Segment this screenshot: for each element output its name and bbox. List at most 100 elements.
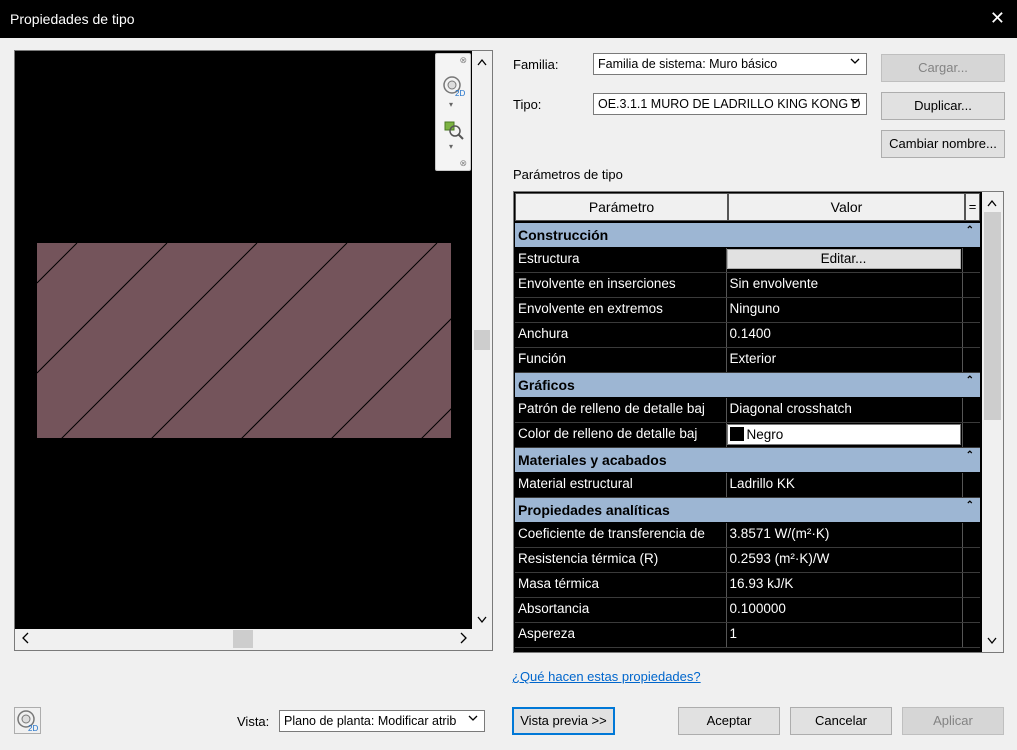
help-link[interactable]: ¿Qué hacen estas propiedades? xyxy=(512,669,701,684)
group-header[interactable]: Propiedades analíticas ⌃ xyxy=(515,498,980,522)
formula-cell xyxy=(962,623,980,647)
formula-cell xyxy=(962,573,980,597)
chevron-down-icon[interactable]: ▾ xyxy=(449,142,453,151)
parameter-value[interactable]: 3.8571 W/(m²·K) xyxy=(727,523,962,547)
parameter-name: Envolvente en inserciones xyxy=(515,273,727,297)
zoom-region-icon[interactable] xyxy=(444,120,464,140)
grid-vertical-scrollbar[interactable] xyxy=(982,192,1003,652)
parameter-value-cell[interactable]: Negro xyxy=(726,423,962,447)
scroll-corner xyxy=(472,629,492,650)
parameter-value[interactable]: Diagonal crosshatch xyxy=(727,398,962,422)
type-parameters-grid: Parámetro Valor = Construcción ⌃ Estructur… xyxy=(513,191,1004,653)
scroll-thumb[interactable] xyxy=(984,212,1001,420)
formula-cell xyxy=(962,598,980,622)
navbar-close-icon[interactable]: ⊗ xyxy=(459,55,467,66)
scroll-down-icon[interactable] xyxy=(477,613,487,627)
scroll-left-icon[interactable] xyxy=(21,631,29,647)
collapse-icon[interactable]: ⌃ xyxy=(966,494,974,518)
familia-value: Familia de sistema: Muro básico xyxy=(598,57,778,71)
formula-cell xyxy=(962,398,980,422)
collapse-icon[interactable]: ⌃ xyxy=(966,444,974,468)
parameter-row[interactable]: Patrón de relleno de detalle baj Diagonal… xyxy=(515,398,980,423)
preview-vertical-scrollbar[interactable] xyxy=(472,51,492,631)
group-header[interactable]: Materiales y acabados ⌃ xyxy=(515,448,980,472)
editar-estructura-button[interactable]: Editar... xyxy=(726,249,961,269)
parameter-row[interactable]: Material estructural Ladrillo KK xyxy=(515,473,980,498)
steering-wheel-2d-icon[interactable]: 2D xyxy=(14,707,41,734)
preview-horizontal-scrollbar[interactable] xyxy=(15,629,474,650)
vista-label: Vista: xyxy=(237,714,270,729)
parameter-row[interactable]: Coeficiente de transferencia de 3.8571 W/… xyxy=(515,523,980,548)
scroll-up-icon[interactable] xyxy=(987,196,997,210)
column-header-formula[interactable]: = xyxy=(965,193,980,221)
parameter-name: Envolvente en extremos xyxy=(515,298,727,322)
parameter-value[interactable]: Ladrillo KK xyxy=(727,473,962,497)
aceptar-button[interactable]: Aceptar xyxy=(678,707,780,735)
parameter-name: Función xyxy=(515,348,727,372)
aplicar-button[interactable]: Aplicar xyxy=(902,707,1004,735)
tipo-select[interactable]: OE.3.1.1 MURO DE LADRILLO KING KONG D xyxy=(593,93,867,115)
chevron-down-icon xyxy=(850,96,860,108)
cancelar-button[interactable]: Cancelar xyxy=(790,707,892,735)
group-name: Materiales y acabados xyxy=(518,452,667,468)
group-header[interactable]: Gráficos ⌃ xyxy=(515,373,980,397)
formula-cell xyxy=(962,548,980,572)
parameter-name: Absortancia xyxy=(515,598,727,622)
scroll-thumb[interactable] xyxy=(474,330,490,350)
parameter-row[interactable]: Anchura 0.1400 xyxy=(515,323,980,348)
parameter-row[interactable]: Envolvente en extremos Ninguno xyxy=(515,298,980,323)
group-header[interactable]: Construcción ⌃ xyxy=(515,223,980,247)
svg-text:2D: 2D xyxy=(455,89,465,98)
formula-cell xyxy=(962,248,980,272)
parameter-row[interactable]: Función Exterior xyxy=(515,348,980,373)
cambiar-nombre-button[interactable]: Cambiar nombre... xyxy=(881,130,1005,158)
scroll-right-icon[interactable] xyxy=(460,631,468,647)
parameter-row[interactable]: Absortancia 0.100000 xyxy=(515,598,980,623)
parameter-value[interactable]: 16.93 kJ/K xyxy=(727,573,962,597)
vista-select[interactable]: Plano de planta: Modificar atrib xyxy=(279,710,485,732)
scroll-up-icon[interactable] xyxy=(477,55,487,69)
parametros-title: Parámetros de tipo xyxy=(513,167,623,182)
parameter-value[interactable]: Ninguno xyxy=(727,298,962,322)
parameter-row[interactable]: Color de relleno de detalle baj Negro xyxy=(515,423,980,448)
formula-cell xyxy=(962,273,980,297)
cargar-button[interactable]: Cargar... xyxy=(881,54,1005,82)
parameter-name: Masa térmica xyxy=(515,573,727,597)
scroll-thumb[interactable] xyxy=(233,630,253,648)
window-title: Propiedades de tipo xyxy=(10,11,135,27)
parameter-name: Material estructural xyxy=(515,473,727,497)
parameter-value-cell[interactable]: Editar... xyxy=(726,248,962,272)
parameter-row[interactable]: Aspereza 1 xyxy=(515,623,980,648)
column-header-valor[interactable]: Valor xyxy=(728,193,965,221)
preview-pane[interactable]: ⊗ 2D ▾ ▾ ⊗ xyxy=(14,50,493,651)
parameter-value[interactable]: Exterior xyxy=(727,348,962,372)
column-header-parametro[interactable]: Parámetro xyxy=(515,193,728,221)
parameter-row[interactable]: Envolvente en inserciones Sin envolvente xyxy=(515,273,980,298)
familia-select[interactable]: Familia de sistema: Muro básico xyxy=(593,53,867,75)
close-icon[interactable]: ✕ xyxy=(990,8,1005,29)
parameter-row[interactable]: Estructura Editar... xyxy=(515,248,980,273)
parameter-value[interactable]: 0.100000 xyxy=(727,598,962,622)
steering-wheel-2d-icon[interactable]: 2D xyxy=(442,74,466,98)
familia-label: Familia: xyxy=(513,57,559,72)
color-picker[interactable]: Negro xyxy=(726,424,961,445)
parameter-name: Anchura xyxy=(515,323,727,347)
parameter-row[interactable]: Resistencia térmica (R) 0.2593 (m²·K)/W xyxy=(515,548,980,573)
collapse-icon[interactable]: ⌃ xyxy=(966,369,974,393)
duplicar-button[interactable]: Duplicar... xyxy=(881,92,1005,120)
parameter-value[interactable]: 0.2593 (m²·K)/W xyxy=(727,548,962,572)
navbar-options-icon[interactable]: ⊗ xyxy=(459,158,467,169)
collapse-icon[interactable]: ⌃ xyxy=(966,219,974,243)
color-name: Negro xyxy=(746,427,784,442)
scroll-down-icon[interactable] xyxy=(987,634,997,648)
vista-previa-button[interactable]: Vista previa >> xyxy=(512,707,615,735)
parameter-value[interactable]: Sin envolvente xyxy=(727,273,962,297)
chevron-down-icon[interactable]: ▾ xyxy=(449,100,453,109)
wall-section xyxy=(37,243,451,438)
vista-value: Plano de planta: Modificar atrib xyxy=(284,714,457,728)
formula-cell xyxy=(962,298,980,322)
parameter-value[interactable]: 1 xyxy=(727,623,962,647)
parameter-row[interactable]: Masa térmica 16.93 kJ/K xyxy=(515,573,980,598)
parameter-value[interactable]: 0.1400 xyxy=(727,323,962,347)
group-name: Gráficos xyxy=(518,377,575,393)
